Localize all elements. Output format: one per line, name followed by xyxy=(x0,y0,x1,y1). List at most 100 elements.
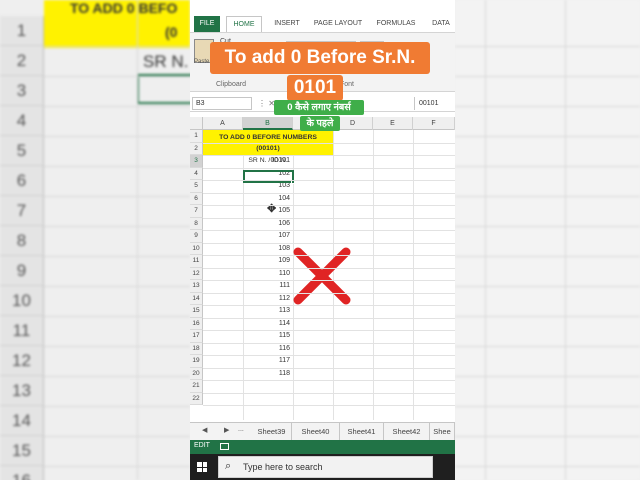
column-header-b[interactable]: B xyxy=(243,117,293,130)
video-frame: TO ADD 0 BEFO (0 SR N. 1 2 3 4 5 6 7 8 9 10 11 12 13… xyxy=(0,0,640,480)
cell-value[interactable]: 116 xyxy=(243,343,292,356)
cell-value[interactable]: 111 xyxy=(243,280,292,293)
row-header-10[interactable]: 10 xyxy=(190,242,203,255)
grid-column-line xyxy=(373,130,374,420)
sheet-tab-40[interactable]: Sheet40 xyxy=(292,423,340,441)
row-header-19[interactable]: 19 xyxy=(190,355,203,368)
caption-number: 0101 xyxy=(287,75,343,101)
name-box[interactable]: B3 xyxy=(192,97,252,110)
row-header-4[interactable]: 4 xyxy=(190,167,203,180)
row-header-7[interactable]: 7 xyxy=(190,205,203,218)
windows-start-icon[interactable] xyxy=(197,462,207,472)
background-gridline xyxy=(137,0,138,480)
background-row-number: 9 xyxy=(0,256,44,286)
background-gridline xyxy=(44,436,190,437)
row-header-8[interactable]: 8 xyxy=(190,217,203,230)
background-row-number: 7 xyxy=(0,196,44,226)
macro-record-icon[interactable] xyxy=(220,443,229,450)
cell-value[interactable]: 108 xyxy=(243,243,292,256)
grid-row-line xyxy=(203,342,455,344)
status-mode: EDIT xyxy=(194,442,210,449)
caption-main: To add 0 Before Sr.N. xyxy=(210,42,430,74)
cell-value[interactable]: 114 xyxy=(243,318,292,331)
active-cell-b3[interactable] xyxy=(243,170,294,183)
row-header-1[interactable]: 1 xyxy=(190,130,203,143)
row-header-17[interactable]: 17 xyxy=(190,330,203,343)
tab-home[interactable]: HOME xyxy=(226,16,262,32)
cell-value[interactable]: 112 xyxy=(243,293,292,306)
background-gridline xyxy=(44,316,190,317)
background-gridline xyxy=(44,46,190,47)
cell-value[interactable]: 110 xyxy=(243,268,292,281)
cell-value[interactable]: 106 xyxy=(243,218,292,231)
cell-value[interactable]: 117 xyxy=(243,355,292,368)
background-gridline xyxy=(455,406,640,407)
row-header-3[interactable]: 3 xyxy=(190,155,203,168)
sheet-tab-43[interactable]: Shee xyxy=(430,423,455,441)
tab-formulas[interactable]: FORMULAS xyxy=(374,16,418,32)
cell-value[interactable]: 00101 xyxy=(243,155,292,168)
row-header-13[interactable]: 13 xyxy=(190,280,203,293)
grid-row-line xyxy=(203,255,455,256)
grid-row-line xyxy=(203,380,455,381)
tab-data[interactable]: DATA xyxy=(428,16,454,32)
background-gridline xyxy=(455,46,640,47)
cell-grid[interactable]: TO ADD 0 BEFORE NUMBERS (00101) SR N. / … xyxy=(190,130,455,420)
background-title-sub: (0 xyxy=(165,24,178,40)
sheet-more-icon[interactable]: ... xyxy=(238,426,244,433)
tab-insert[interactable]: INSERT xyxy=(270,16,304,32)
row-header-11[interactable]: 11 xyxy=(190,255,203,268)
background-row-number: 10 xyxy=(0,286,44,316)
background-gridline xyxy=(455,136,640,137)
grid-row-line xyxy=(203,405,455,406)
clipboard-group-label: Clipboard xyxy=(216,81,246,88)
cell-value[interactable]: 115 xyxy=(243,330,292,343)
caption-hindi-line-1: 0 कैसे लगाए नंबर्स xyxy=(274,100,364,115)
sheet-tab-42[interactable]: Sheet42 xyxy=(384,423,430,441)
select-all-corner[interactable] xyxy=(190,117,203,130)
tab-file[interactable]: FILE xyxy=(194,16,220,32)
cell-value[interactable]: 118 xyxy=(243,368,292,381)
row-header-5[interactable]: 5 xyxy=(190,180,203,193)
grid-row-line xyxy=(203,367,455,369)
background-row-number: 2 xyxy=(0,46,44,76)
row-header-2[interactable]: 2 xyxy=(190,142,203,155)
formula-input[interactable]: 00101 xyxy=(414,97,454,110)
column-header-f[interactable]: F xyxy=(413,117,455,130)
row-header-21[interactable]: 21 xyxy=(190,380,203,393)
cell-value[interactable]: 109 xyxy=(243,255,292,268)
row-header-22[interactable]: 22 xyxy=(190,392,203,405)
sheet-next-icon[interactable]: ▶ xyxy=(224,426,229,434)
background-gridline xyxy=(485,0,486,480)
column-header-a[interactable]: A xyxy=(203,117,243,130)
row-header-14[interactable]: 14 xyxy=(190,292,203,305)
taskbar-search-box[interactable]: ⌕ Type here to search xyxy=(218,456,433,478)
cell-value[interactable]: 113 xyxy=(243,305,292,318)
row-header-16[interactable]: 16 xyxy=(190,317,203,330)
background-gridline xyxy=(455,316,640,317)
background-gridline xyxy=(44,166,190,167)
background-gridline xyxy=(44,226,190,227)
background-sheet-right xyxy=(455,0,640,480)
grid-row-line xyxy=(203,180,455,181)
sheet-tab-41[interactable]: Sheet41 xyxy=(340,423,384,441)
paste-label: Paste xyxy=(194,59,210,65)
column-header-e[interactable]: E xyxy=(373,117,413,130)
row-header-20[interactable]: 20 xyxy=(190,367,203,380)
row-header-6[interactable]: 6 xyxy=(190,192,203,205)
title-line-1: TO ADD 0 BEFORE NUMBERS xyxy=(219,134,317,141)
background-row-number: 6 xyxy=(0,166,44,196)
sheet-tab-39[interactable]: Sheet39 xyxy=(252,423,292,441)
row-header-9[interactable]: 9 xyxy=(190,230,203,243)
background-gridline xyxy=(44,286,190,287)
grid-row-line xyxy=(203,305,455,306)
background-active-cell xyxy=(137,74,197,104)
grid-row-line xyxy=(203,205,455,206)
sheet-prev-icon[interactable]: ◀ xyxy=(202,426,207,434)
cell-value[interactable]: 107 xyxy=(243,230,292,243)
row-header-15[interactable]: 15 xyxy=(190,305,203,318)
tab-page-layout[interactable]: PAGE LAYOUT xyxy=(310,16,366,32)
row-header-12[interactable]: 12 xyxy=(190,267,203,280)
row-header-18[interactable]: 18 xyxy=(190,342,203,355)
background-gridline xyxy=(455,286,640,287)
